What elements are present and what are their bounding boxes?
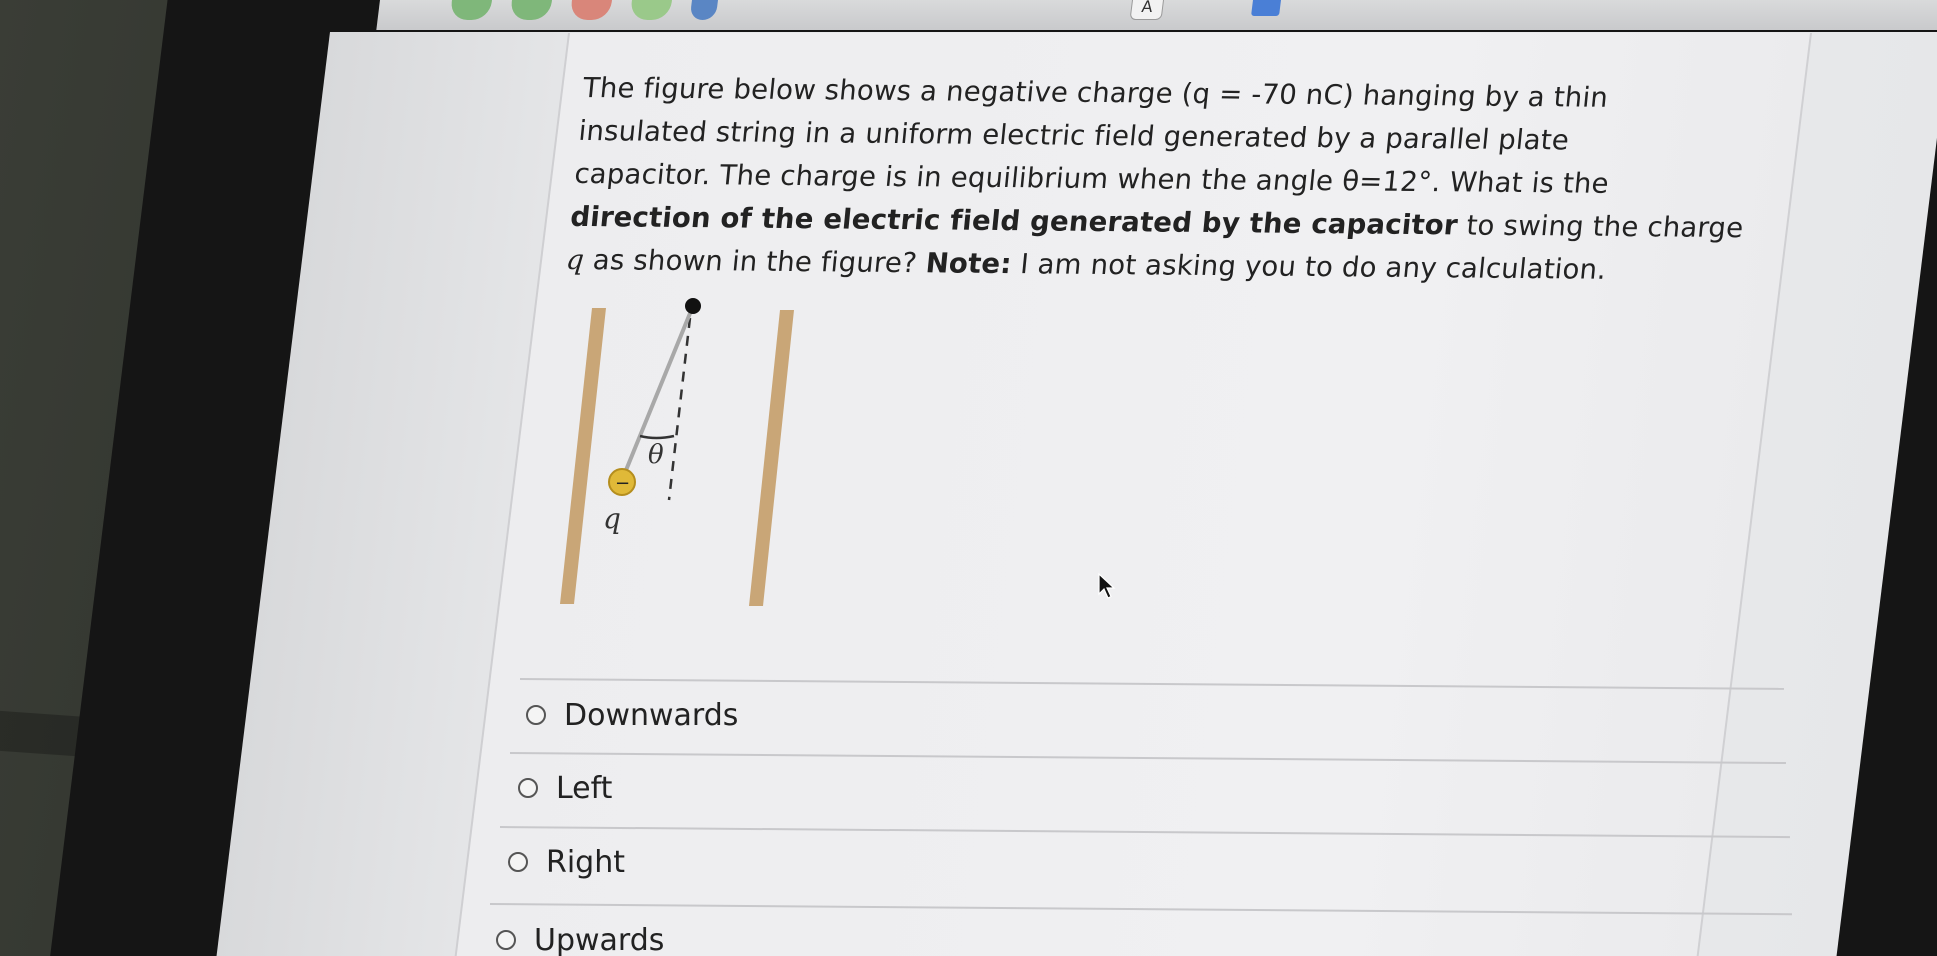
option-divider <box>509 752 1786 764</box>
radio-left[interactable] <box>518 778 538 798</box>
answer-options: Downwards Left Right Upwards <box>0 0 1937 956</box>
option-label: Downwards <box>564 697 739 733</box>
option-divider <box>499 826 1790 838</box>
option-label: Left <box>556 770 613 806</box>
option-left[interactable]: Left <box>518 755 612 821</box>
option-label: Upwards <box>534 922 665 956</box>
option-downwards[interactable]: Downwards <box>526 682 738 748</box>
option-upwards[interactable]: Upwards <box>496 907 664 956</box>
option-label: Right <box>546 844 625 880</box>
radio-right[interactable] <box>508 852 528 872</box>
radio-downwards[interactable] <box>526 705 546 725</box>
option-right[interactable]: Right <box>508 829 625 895</box>
radio-upwards[interactable] <box>496 930 516 950</box>
mouse-cursor-icon <box>1098 572 1116 599</box>
option-divider <box>489 903 1792 915</box>
